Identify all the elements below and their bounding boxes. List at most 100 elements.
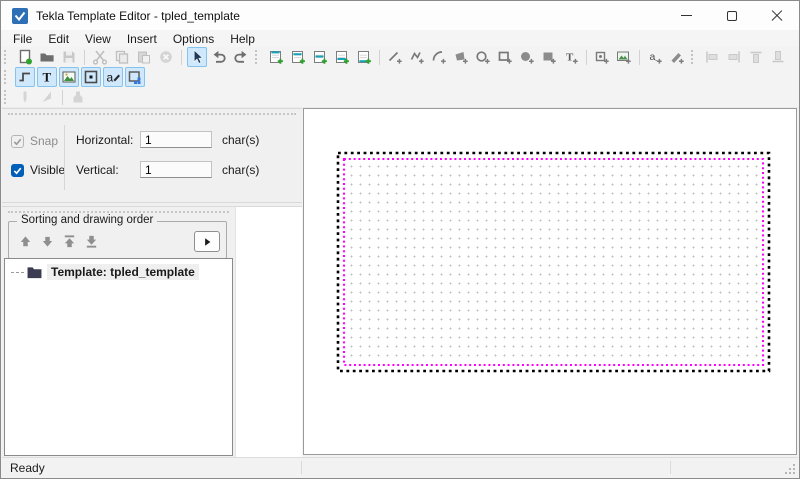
angle-button[interactable]	[37, 87, 57, 107]
svg-text:T: T	[566, 52, 574, 64]
draw-polygon-button[interactable]	[451, 47, 471, 67]
standard-toolbar	[1, 47, 252, 67]
snap-checkbox[interactable]	[11, 135, 24, 148]
insert-toolbar: Ta	[252, 47, 688, 67]
visible-label: Visible	[30, 163, 65, 177]
draw-circle-button[interactable]	[473, 47, 493, 67]
menu-help[interactable]: Help	[222, 31, 263, 47]
add-row-button[interactable]	[310, 47, 330, 67]
move-to-bottom-button[interactable]	[83, 234, 99, 250]
draw-polyline-button[interactable]	[407, 47, 427, 67]
toolbar-gripper[interactable]	[4, 70, 9, 84]
draw-arc-button[interactable]	[429, 47, 449, 67]
menu-insert[interactable]: Insert	[119, 31, 165, 47]
add-header-button[interactable]	[266, 47, 286, 67]
toolbar-gripper[interactable]	[4, 50, 9, 64]
open-button[interactable]	[37, 47, 57, 67]
draw-rectangle-button[interactable]	[495, 47, 515, 67]
add-page-footer-button[interactable]	[332, 47, 352, 67]
move-up-button[interactable]	[17, 234, 33, 250]
vertical-label: Vertical:	[76, 163, 140, 177]
tree-item-template[interactable]: Template: tpled_template	[5, 259, 232, 280]
horizontal-label: Horizontal:	[76, 133, 140, 147]
vertical-field-row: Vertical: char(s)	[76, 161, 259, 178]
svg-text:a: a	[107, 71, 114, 85]
draw-line-button[interactable]	[385, 47, 405, 67]
add-image-button[interactable]	[614, 47, 634, 67]
polygon-icon	[453, 49, 469, 65]
image-object-toggle[interactable]	[59, 67, 79, 87]
value-field-object-toggle[interactable]: a	[103, 67, 123, 87]
row-inner-border[interactable]	[344, 159, 763, 365]
menu-file[interactable]: File	[5, 31, 40, 47]
undo-icon	[211, 49, 227, 65]
menu-options[interactable]: Options	[165, 31, 222, 47]
minimize-button[interactable]	[664, 1, 709, 30]
resize-grip[interactable]	[784, 463, 796, 475]
new-button[interactable]	[15, 47, 35, 67]
text-object-toggle[interactable]: T	[37, 67, 57, 87]
template-tree[interactable]: Template: tpled_template	[4, 258, 233, 456]
draw-filled-circle-button[interactable]	[517, 47, 537, 67]
draw-filled-rectangle-button[interactable]	[539, 47, 559, 67]
embedded-object-toggle[interactable]	[125, 67, 145, 87]
redo-button[interactable]	[231, 47, 251, 67]
snap-label: Snap	[30, 134, 58, 148]
menu-view[interactable]: View	[77, 31, 119, 47]
line-object-toggle[interactable]	[15, 67, 35, 87]
maximize-button[interactable]	[709, 1, 754, 30]
toolbar-row-1: Ta	[1, 47, 799, 68]
template-outer-border[interactable]	[338, 153, 769, 371]
marker-button[interactable]	[68, 87, 88, 107]
expand-button[interactable]	[194, 231, 220, 252]
select-tool-button[interactable]	[187, 47, 207, 67]
move-to-top-button[interactable]	[61, 234, 77, 250]
save-button[interactable]	[59, 47, 79, 67]
toolbar-separator	[639, 50, 640, 65]
window-title: Tekla Template Editor - tpled_template	[36, 9, 240, 23]
toolbar-gripper[interactable]	[4, 90, 9, 104]
paste-button[interactable]	[134, 47, 154, 67]
template-canvas[interactable]	[303, 108, 797, 455]
align-bottom-button[interactable]	[768, 47, 788, 67]
move-down-button[interactable]	[39, 234, 55, 250]
free-draw-button[interactable]	[667, 47, 687, 67]
vertical-input[interactable]	[140, 161, 212, 178]
symbol-object-toggle[interactable]	[81, 67, 101, 87]
panel-gripper[interactable]	[8, 211, 229, 213]
align-toolbar	[688, 47, 789, 67]
add-footer-button[interactable]	[354, 47, 374, 67]
toolbar-gripper[interactable]	[691, 50, 696, 64]
add-symbol-button[interactable]	[592, 47, 612, 67]
cut-button[interactable]	[90, 47, 110, 67]
add-page-header-button[interactable]	[288, 47, 308, 67]
toolbar-gripper[interactable]	[255, 50, 260, 64]
add-value-field-button[interactable]: a	[645, 47, 665, 67]
pen-icon	[17, 89, 33, 105]
template-boundary	[304, 109, 796, 454]
folder-icon	[27, 266, 42, 279]
delete-icon	[158, 49, 174, 65]
delete-button[interactable]	[156, 47, 176, 67]
horizontal-input[interactable]	[140, 131, 212, 148]
add-text-button[interactable]: T	[561, 47, 581, 67]
panel-gripper[interactable]	[8, 113, 296, 115]
copy-button[interactable]	[112, 47, 132, 67]
pen-button[interactable]	[15, 87, 35, 107]
window-controls	[664, 1, 799, 30]
menu-edit[interactable]: Edit	[40, 31, 77, 47]
visible-checkbox[interactable]	[11, 164, 24, 177]
value-field-icon: a	[647, 49, 663, 65]
arc-icon	[431, 49, 447, 65]
toolbar-separator	[586, 50, 587, 65]
undo-button[interactable]	[209, 47, 229, 67]
new-icon	[17, 49, 33, 65]
toolbar-separator	[62, 90, 63, 105]
align-right-button[interactable]	[724, 47, 744, 67]
filled-quad-icon	[541, 49, 557, 65]
save-icon	[61, 49, 77, 65]
align-left-button[interactable]	[702, 47, 722, 67]
close-button[interactable]	[754, 1, 799, 30]
align-top-button[interactable]	[746, 47, 766, 67]
arrow-up-icon	[18, 234, 33, 249]
